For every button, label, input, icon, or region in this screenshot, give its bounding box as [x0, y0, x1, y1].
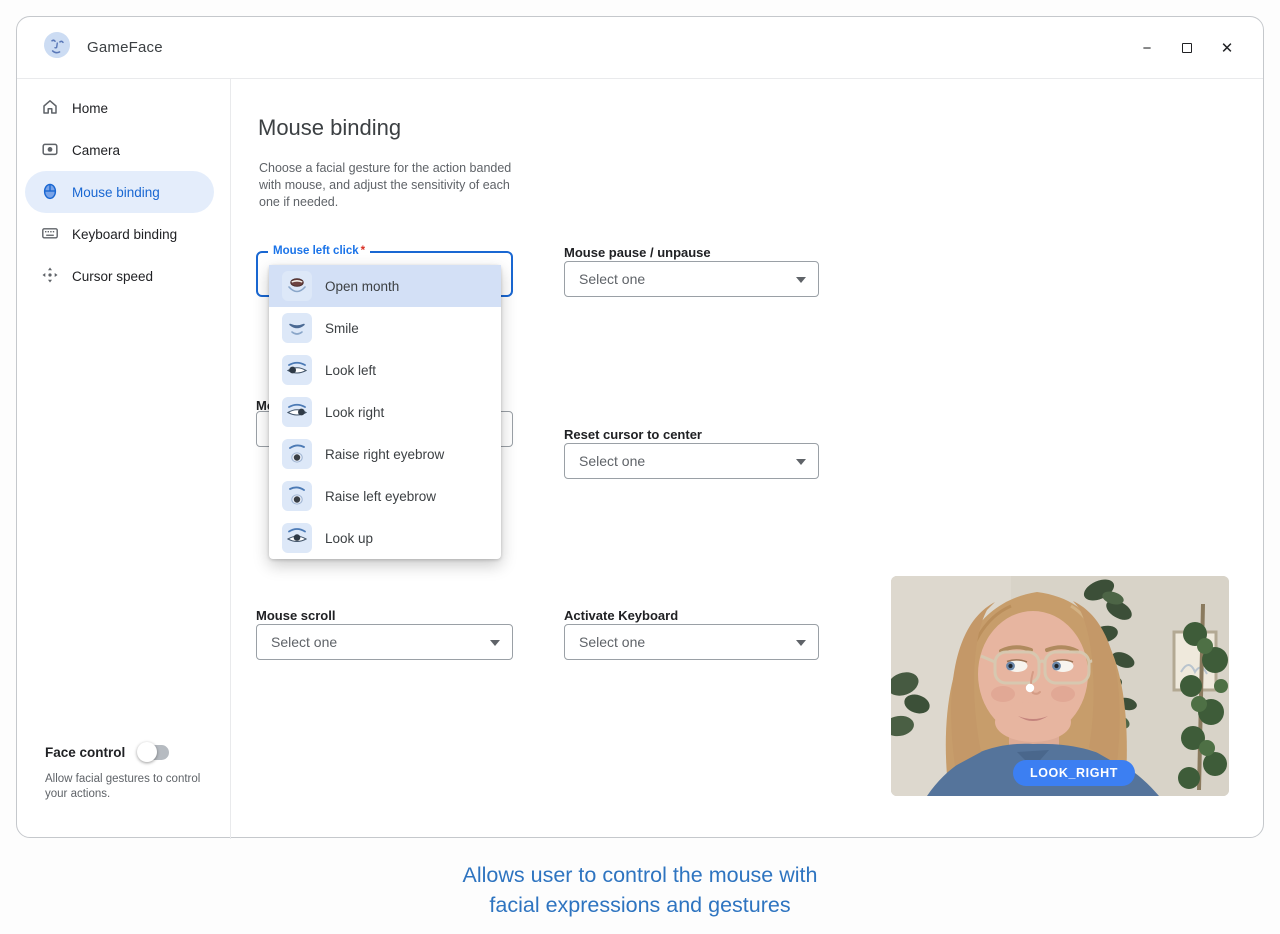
sidebar-item-mouse-binding[interactable]: Mouse binding	[25, 171, 214, 213]
dropdown-option-open-month[interactable]: Open month	[269, 265, 501, 307]
reset-cursor-select[interactable]: Select one	[564, 443, 819, 479]
select-value: Select one	[579, 271, 645, 287]
gesture-dropdown-menu: Open month Smile Look left	[269, 265, 501, 559]
sidebar-item-label: Camera	[72, 143, 120, 158]
chevron-down-icon	[796, 640, 806, 646]
face-control-section: Face control Allow facial gestures to co…	[29, 745, 211, 802]
look-left-icon	[282, 355, 312, 385]
face-control-description: Allow facial gestures to control your ac…	[45, 772, 211, 802]
dropdown-option-label: Raise right eyebrow	[325, 447, 444, 462]
gameface-logo-icon	[41, 29, 73, 66]
page-title: Mouse binding	[258, 115, 401, 141]
select-value: Select one	[271, 634, 337, 650]
chevron-down-icon	[490, 640, 500, 646]
sidebar-item-camera[interactable]: Camera	[25, 129, 214, 171]
raise-left-eyebrow-icon	[282, 481, 312, 511]
dropdown-option-raise-left-eyebrow[interactable]: Raise left eyebrow	[269, 475, 501, 517]
chevron-down-icon	[796, 277, 806, 283]
image-caption: Allows user to control the mouse with fa…	[0, 860, 1280, 920]
home-icon	[41, 98, 59, 119]
page-description: Choose a facial gesture for the action b…	[259, 160, 525, 211]
required-asterisk: *	[361, 245, 365, 257]
gesture-status-badge: LOOK_RIGHT	[1013, 760, 1135, 786]
look-up-icon	[282, 523, 312, 553]
app-window: GameFace − ✕ Home	[16, 16, 1264, 838]
app-title: GameFace	[87, 39, 163, 56]
dropdown-option-look-up[interactable]: Look up	[269, 517, 501, 559]
dropdown-option-label: Look left	[325, 363, 376, 378]
minimize-button[interactable]: −	[1137, 38, 1157, 58]
activate-keyboard-label: Activate Keyboard	[564, 608, 678, 623]
caption-line-1: Allows user to control the mouse with	[0, 860, 1280, 890]
raise-right-eyebrow-icon	[282, 439, 312, 469]
dropdown-option-label: Look up	[325, 531, 373, 546]
chevron-down-icon	[796, 459, 806, 465]
close-button[interactable]: ✕	[1217, 38, 1237, 58]
webcam-preview: LOOK_RIGHT	[891, 576, 1229, 796]
reset-cursor-label: Reset cursor to center	[564, 427, 702, 442]
dropdown-option-label: Smile	[325, 321, 359, 336]
dropdown-option-smile[interactable]: Smile	[269, 307, 501, 349]
sidebar-item-label: Home	[72, 101, 108, 116]
caption-line-2: facial expressions and gestures	[0, 890, 1280, 920]
toggle-knob	[137, 742, 157, 762]
keyboard-icon	[41, 224, 59, 245]
mouse-pause-label: Mouse pause / unpause	[564, 245, 711, 260]
dropdown-option-look-right[interactable]: Look right	[269, 391, 501, 433]
smile-icon	[282, 313, 312, 343]
look-right-icon	[282, 397, 312, 427]
dropdown-option-label: Raise left eyebrow	[325, 489, 436, 504]
mouse-scroll-select[interactable]: Select one	[256, 624, 513, 660]
maximize-icon	[1182, 43, 1192, 53]
face-control-label: Face control	[45, 745, 125, 760]
mouse-scroll-label: Mouse scroll	[256, 608, 335, 623]
title-bar: GameFace − ✕	[17, 17, 1263, 79]
dropdown-option-label: Look right	[325, 405, 384, 420]
face-control-toggle[interactable]	[139, 745, 169, 760]
sidebar-item-cursor-speed[interactable]: Cursor speed	[25, 255, 214, 297]
sidebar-item-home[interactable]: Home	[25, 87, 214, 129]
maximize-button[interactable]	[1177, 38, 1197, 58]
dropdown-option-look-left[interactable]: Look left	[269, 349, 501, 391]
camera-icon	[41, 140, 59, 161]
select-value: Select one	[579, 634, 645, 650]
activate-keyboard-select[interactable]: Select one	[564, 624, 819, 660]
select-value: Select one	[579, 453, 645, 469]
open-mouth-icon	[282, 271, 312, 301]
sidebar-item-label: Cursor speed	[72, 269, 153, 284]
cursor-speed-icon	[41, 266, 59, 287]
dropdown-option-label: Open month	[325, 279, 399, 294]
mouse-icon	[41, 182, 59, 203]
sidebar: Home Camera	[17, 79, 231, 839]
mouse-pause-select[interactable]: Select one	[564, 261, 819, 297]
dropdown-option-raise-right-eyebrow[interactable]: Raise right eyebrow	[269, 433, 501, 475]
mouse-left-click-label: Mouse left click*	[268, 245, 370, 257]
sidebar-item-label: Keyboard binding	[72, 227, 177, 242]
sidebar-item-keyboard-binding[interactable]: Keyboard binding	[25, 213, 214, 255]
sidebar-item-label: Mouse binding	[72, 185, 160, 200]
